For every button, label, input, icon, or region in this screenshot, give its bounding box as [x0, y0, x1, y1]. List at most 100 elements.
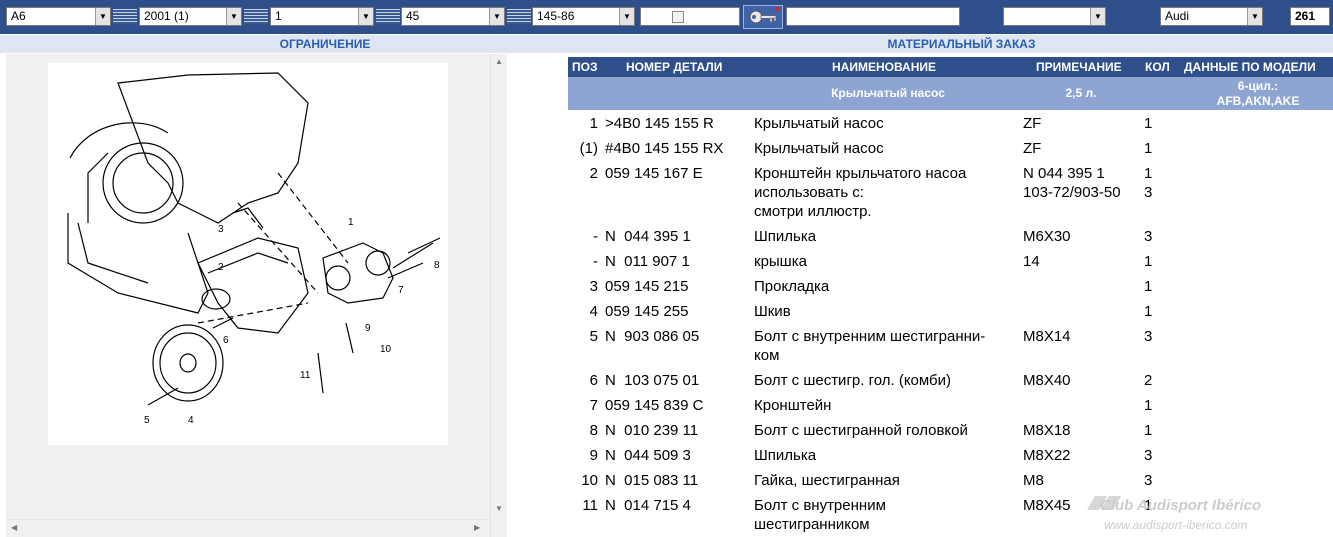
cell-part: N 011 907 1: [605, 253, 690, 270]
brand-value: Audi: [1165, 9, 1190, 23]
brand-select[interactable]: Audi ▼: [1160, 7, 1263, 26]
chevron-down-icon[interactable]: ▼: [1247, 8, 1262, 25]
chevron-down-icon[interactable]: ▼: [358, 8, 373, 25]
cell-note: M8X14: [1023, 328, 1071, 345]
splitter-grip-icon: [376, 9, 400, 24]
scroll-down-icon[interactable]: ▼: [495, 504, 503, 513]
vertical-scrollbar[interactable]: ▲ ▼: [490, 54, 507, 537]
cell-note: 14: [1023, 253, 1040, 270]
cell-pos: 7: [589, 397, 598, 414]
cell-pos: 9: [589, 447, 598, 464]
cell-part: 059 145 255: [605, 303, 689, 320]
cell-pos: (1): [579, 140, 598, 157]
cell-part: 059 145 839 C: [605, 397, 704, 414]
filter-checkbox[interactable]: [672, 11, 684, 23]
cell-part: N 014 715 4: [605, 497, 691, 514]
model-select[interactable]: A6 ▼: [6, 7, 111, 26]
key-button[interactable]: [743, 5, 783, 29]
callout-2: 2: [218, 262, 224, 273]
callout-1: 1: [348, 217, 354, 228]
model-value: A6: [11, 9, 26, 23]
cell-pos: 8: [589, 422, 598, 439]
subheader-note: 2,5 л.: [1065, 86, 1097, 100]
cell-part: N 103 075 01: [605, 372, 700, 389]
cell-note: N 044 395 1 103-72/903-50: [1023, 165, 1121, 201]
cell-part: N 015 083 11: [605, 472, 699, 489]
cell-qty: 1: [1144, 303, 1153, 320]
cell-qty: 1 3: [1144, 165, 1153, 201]
chevron-down-icon[interactable]: ▼: [619, 8, 634, 25]
cell-name: Шкив: [754, 303, 791, 320]
restriction-header: ОГРАНИЧЕНИЕ: [0, 35, 650, 53]
parts-illustration[interactable]: 1 2 3 4 5 6 7 8 9 10 11: [48, 63, 448, 445]
year-value: 2001 (1): [144, 9, 189, 23]
result-count: 261: [1290, 7, 1330, 26]
cell-pos: -: [593, 253, 598, 270]
year-select[interactable]: 2001 (1) ▼: [139, 7, 242, 26]
callout-7: 7: [398, 285, 404, 296]
subgroup-select[interactable]: 45 ▼: [401, 7, 505, 26]
cell-note: ZF: [1023, 140, 1042, 157]
callout-11: 11: [300, 370, 311, 381]
watermark-url: www.audisport-iberico.com: [1104, 518, 1248, 532]
cell-name: Гайка, шестигранная: [754, 472, 900, 489]
cell-pos: 11: [582, 497, 598, 514]
cell-pos: 6: [589, 372, 598, 389]
cell-qty: 1: [1144, 115, 1153, 132]
col-part-number: НОМЕР ДЕТАЛИ: [626, 60, 723, 74]
cell-name: Болт с внутренним шестигранни- ком: [754, 328, 986, 364]
chevron-down-icon[interactable]: ▼: [95, 8, 110, 25]
cell-part: N 010 239 11: [605, 422, 699, 439]
cell-qty: 3: [1144, 447, 1153, 464]
splitter-grip-icon: [113, 9, 137, 24]
cell-pos: 10: [581, 472, 598, 489]
callout-9: 9: [365, 323, 371, 334]
option-select[interactable]: ▼: [1003, 7, 1106, 26]
callout-8: 8: [434, 260, 440, 271]
pump-exploded-drawing: 1 2 3 4 5 6 7 8 9 10 11: [67, 72, 441, 426]
cell-name: Прокладка: [754, 278, 830, 295]
cell-name: Шпилька: [754, 447, 817, 464]
order-header: МАТЕРИАЛЬНЫЙ ЗАКАЗ: [590, 35, 1333, 53]
cell-part: 059 145 167 E: [605, 165, 703, 182]
key-icon: [749, 7, 779, 24]
cell-name: Болт с шестигранной головкой: [754, 422, 968, 439]
chevron-down-icon[interactable]: ▼: [489, 8, 504, 25]
horizontal-scrollbar[interactable]: ◀ ▶: [6, 519, 490, 536]
cell-note: M8X18: [1023, 422, 1071, 439]
cell-qty: 1: [1144, 397, 1153, 414]
parts-table-header: ПОЗ НОМЕР ДЕТАЛИ НАИМЕНОВАНИЕ ПРИМЕЧАНИЕ…: [568, 57, 1333, 110]
group-value: 1: [275, 9, 282, 23]
col-note: ПРИМЕЧАНИЕ: [1036, 60, 1122, 74]
cell-name: Кронштейн крыльчатого насоа использовать…: [754, 165, 967, 220]
illustration-select[interactable]: 145-86 ▼: [532, 7, 635, 26]
illustration-panel: 1 2 3 4 5 6 7 8 9 10 11 ▲ ▼ ◀ ▶: [6, 54, 507, 537]
group-select[interactable]: 1 ▼: [270, 7, 374, 26]
cell-qty: 1: [1144, 422, 1153, 439]
scroll-left-icon[interactable]: ◀: [11, 523, 17, 532]
cell-qty: 3: [1144, 472, 1153, 489]
illustration-value: 145-86: [537, 9, 575, 23]
scroll-up-icon[interactable]: ▲: [495, 57, 503, 66]
col-pos: ПОЗ: [572, 60, 598, 74]
cell-name: Болт с внутренним шестигранником: [754, 497, 886, 533]
filter-checkbox-field: [640, 7, 740, 26]
chevron-down-icon[interactable]: ▼: [226, 8, 241, 25]
cell-note: M6X30: [1023, 228, 1071, 245]
cell-part: 059 145 215: [605, 278, 689, 295]
cell-part: #4B0 145 155 RX: [605, 140, 724, 157]
scroll-right-icon[interactable]: ▶: [474, 523, 480, 532]
cell-name: Кронштейн: [754, 397, 832, 414]
cell-note: M8X40: [1023, 372, 1071, 389]
col-model-data: ДАННЫЕ ПО МОДЕЛИ: [1184, 60, 1316, 74]
cell-note: M8X22: [1023, 447, 1071, 464]
callout-5: 5: [144, 415, 150, 426]
subheader-name: Крыльчатый насос: [831, 86, 945, 100]
callout-4: 4: [188, 415, 194, 426]
cell-name: Крыльчатый насос: [754, 115, 884, 132]
col-name: НАИМЕНОВАНИЕ: [832, 60, 936, 74]
subheader-model-2: AFB,AKN,AKE: [1216, 94, 1300, 108]
search-field[interactable]: [786, 7, 960, 26]
chevron-down-icon[interactable]: ▼: [1090, 8, 1105, 25]
callout-6: 6: [223, 335, 229, 346]
